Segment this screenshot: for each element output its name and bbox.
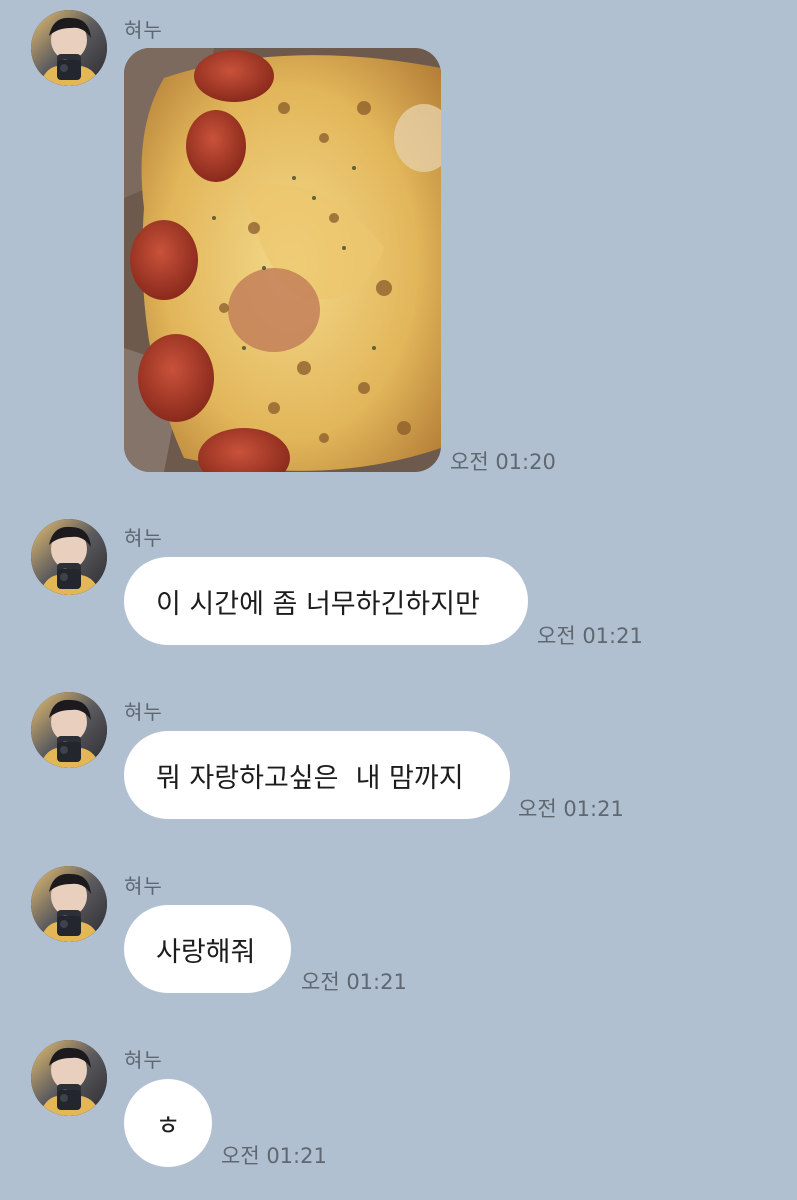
message-bubble[interactable]: 이 시간에 좀 너무하긴하지만	[124, 557, 528, 645]
message-time: 오전 01:21	[301, 970, 407, 994]
message-time: 오전 01:20	[450, 450, 556, 474]
sender-name: 혀누	[124, 18, 163, 42]
sender-name: 혀누	[124, 1048, 163, 1072]
message-time: 오전 01:21	[537, 624, 643, 648]
pizza-photo[interactable]	[124, 48, 441, 472]
sender-avatar[interactable]	[31, 1040, 107, 1116]
message-bubble[interactable]: 사랑해줘	[124, 905, 291, 993]
chat-view: 혀누 오전 01:20 혀누 이 시간에 좀 너무하긴하지만 오전 01:21 …	[0, 0, 797, 1200]
sender-name: 혀누	[124, 526, 163, 550]
sender-avatar[interactable]	[31, 519, 107, 595]
sender-avatar[interactable]	[31, 10, 107, 86]
message-time: 오전 01:21	[221, 1144, 327, 1168]
sender-name: 혀누	[124, 700, 163, 724]
sender-name: 혀누	[124, 874, 163, 898]
message-bubble[interactable]: ㅎ	[124, 1079, 212, 1167]
sender-avatar[interactable]	[31, 866, 107, 942]
message-time: 오전 01:21	[518, 797, 624, 821]
message-bubble[interactable]: 뭐 자랑하고싶은 내 맘까지	[124, 731, 510, 819]
sender-avatar[interactable]	[31, 692, 107, 768]
